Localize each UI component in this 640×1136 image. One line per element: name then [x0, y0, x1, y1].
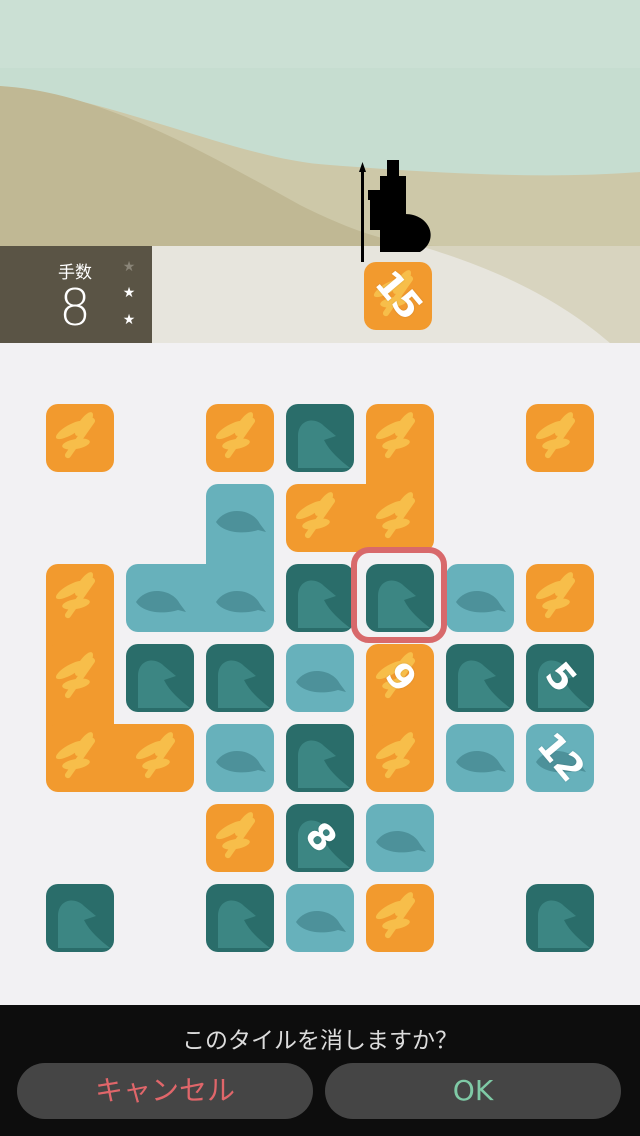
whale-tile[interactable] [286, 644, 354, 712]
dragonfly-tile[interactable] [206, 804, 274, 872]
cancel-button[interactable]: キャンセル [17, 1063, 313, 1119]
bird-tile[interactable] [446, 644, 514, 712]
bird-tile[interactable]: 5 [526, 644, 594, 712]
whale-tile[interactable] [446, 724, 514, 792]
star-icon: ★ [122, 285, 136, 301]
ok-button[interactable]: OK [325, 1063, 621, 1119]
dragonfly-tile[interactable] [526, 564, 594, 632]
whale-tile[interactable]: 12 [526, 724, 594, 792]
confirm-dialog: このタイルを消しますか？ キャンセル OK [0, 1005, 640, 1136]
whale-tile[interactable] [206, 724, 274, 792]
bird-tile[interactable] [526, 884, 594, 952]
dragonfly-tile[interactable] [286, 404, 434, 552]
dragonfly-tile[interactable] [526, 404, 594, 472]
bird-tile[interactable] [286, 724, 354, 792]
bird-tile[interactable] [46, 884, 114, 952]
dragonfly-tile[interactable] [206, 404, 274, 472]
whale-tile[interactable] [446, 564, 514, 632]
bird-tile[interactable]: 8 [286, 804, 354, 872]
confirm-message: このタイルを消しますか？ [182, 1028, 458, 1054]
dragonfly-tile[interactable]: 9 [366, 644, 434, 792]
bird-tile[interactable] [206, 884, 274, 952]
whale-tile[interactable] [286, 884, 354, 952]
star-icon: ★ [122, 259, 136, 275]
selection-highlight [351, 547, 447, 643]
dragonfly-tile[interactable] [46, 404, 114, 472]
goal-tile: 15 [364, 262, 432, 330]
bird-tile[interactable] [126, 644, 194, 712]
moves-panel: 手数 8 ★ ★ ★ [0, 246, 152, 343]
dragonfly-tile[interactable]: 15 [364, 262, 432, 330]
moves-count: 8 [59, 279, 91, 337]
game-board: 9 5 12 8 [0, 343, 640, 1005]
dragonfly-tile[interactable] [366, 884, 434, 952]
bird-tile[interactable] [206, 644, 274, 712]
bird-tile[interactable] [286, 564, 354, 632]
whale-tile[interactable] [366, 804, 434, 872]
star-icon: ★ [122, 312, 136, 328]
